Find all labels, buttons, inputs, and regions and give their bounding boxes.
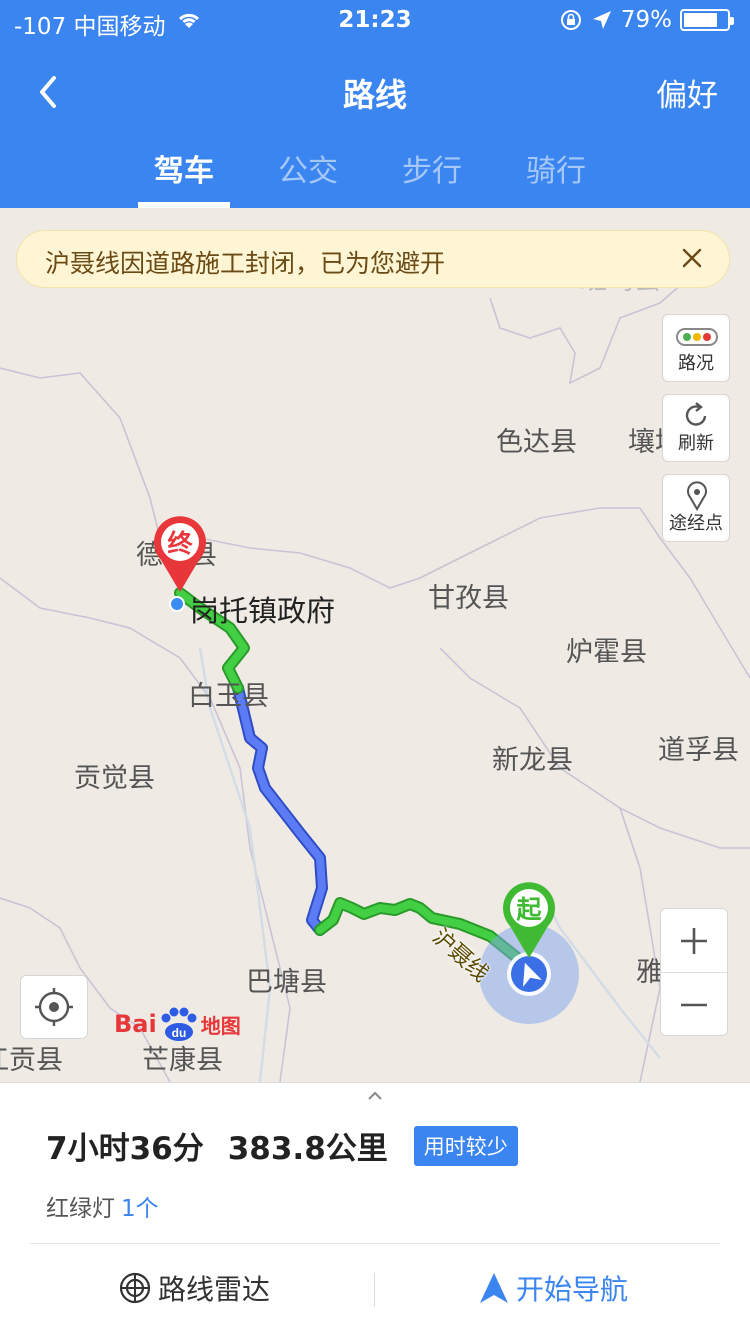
place-label: 巴塘县 <box>246 967 327 998</box>
place-label: 道孚县 <box>658 735 739 766</box>
route-duration: 7小时36分 <box>46 1131 204 1167</box>
battery-percent: 79% <box>620 7 672 33</box>
navbar: 路线 偏好 <box>0 60 750 124</box>
location-arrow-icon <box>592 11 611 29</box>
avoid-notice-banner: 沪聂线因道路施工封闭，已为您避开 <box>16 230 730 288</box>
notice-text: 沪聂线因道路施工封闭，已为您避开 <box>45 249 446 278</box>
zoom-in-button[interactable] <box>661 909 727 972</box>
rotation-lock-icon <box>560 10 581 30</box>
place-label: 甘孜县 <box>428 583 509 614</box>
traffic-lights-info: 红绿灯 1个 <box>46 1196 159 1222</box>
transport-tabs: 驾车 公交 步行 骑行 <box>0 140 750 208</box>
route-summary: 7小时36分 383.8公里 用时较少 <box>46 1123 518 1168</box>
tab-drive[interactable]: 驾车 <box>122 146 246 208</box>
traffic-light-icon <box>676 328 718 346</box>
preference-button[interactable]: 偏好 <box>656 70 718 115</box>
tab-ride[interactable]: 骑行 <box>494 146 618 208</box>
crosshair-icon <box>35 988 73 1026</box>
place-label: 色达县 <box>496 427 577 458</box>
navigation-arrow-icon <box>480 1273 508 1303</box>
current-location-icon <box>523 962 542 987</box>
place-label: 白玉县 <box>188 681 269 712</box>
close-icon[interactable] <box>677 243 707 273</box>
route-badge: 用时较少 <box>413 1125 518 1166</box>
location-pin-icon <box>687 481 707 511</box>
battery-icon <box>680 9 734 31</box>
place-label: 炉霍县 <box>566 637 647 668</box>
status-bar: -107 中国移动 21:23 79% <box>0 0 750 42</box>
traffic-button[interactable]: 路况 <box>662 314 730 382</box>
locate-button[interactable] <box>20 975 88 1039</box>
route-radar-button[interactable]: 路线雷达 <box>118 1268 270 1308</box>
start-marker-label: 起 <box>516 895 542 924</box>
map-view[interactable]: 班玛县 色达县 壤塘 德格县 岗托镇政府 甘孜县 炉霍县 白玉县 道孚县 新龙县… <box>0 208 750 1082</box>
radar-icon <box>119 1272 151 1304</box>
destination-label: 岗托镇政府 <box>190 594 336 628</box>
tab-transit[interactable]: 公交 <box>246 146 370 208</box>
start-navigation-button[interactable]: 开始导航 <box>478 1268 628 1308</box>
route-distance: 383.8公里 <box>227 1131 388 1167</box>
header: -107 中国移动 21:23 79% 路线 偏好 驾车 公交 步行 骑行 <box>0 0 750 208</box>
svg-text:du: du <box>171 1026 186 1040</box>
baidu-logo: Bai du 地图 <box>114 1004 241 1044</box>
place-label: 贡觉县 <box>74 763 155 794</box>
route-summary-panel[interactable]: 7小时36分 383.8公里 用时较少 红绿灯 1个 路线雷达 开始导航 <box>0 1082 750 1334</box>
place-label: 江贡县 <box>0 1045 63 1076</box>
end-marker-label: 终 <box>167 529 193 558</box>
refresh-icon <box>685 402 707 426</box>
waypoint-button[interactable]: 途经点 <box>662 474 730 542</box>
zoom-out-button[interactable] <box>661 973 727 1036</box>
zoom-control <box>660 908 728 1036</box>
battery-level <box>684 13 717 27</box>
place-label: 新龙县 <box>492 745 573 776</box>
chevron-up-icon[interactable] <box>367 1091 383 1101</box>
page-title: 路线 <box>342 76 407 114</box>
refresh-button[interactable]: 刷新 <box>662 394 730 462</box>
tab-walk[interactable]: 步行 <box>370 146 494 208</box>
paw-icon: du <box>161 1007 197 1041</box>
